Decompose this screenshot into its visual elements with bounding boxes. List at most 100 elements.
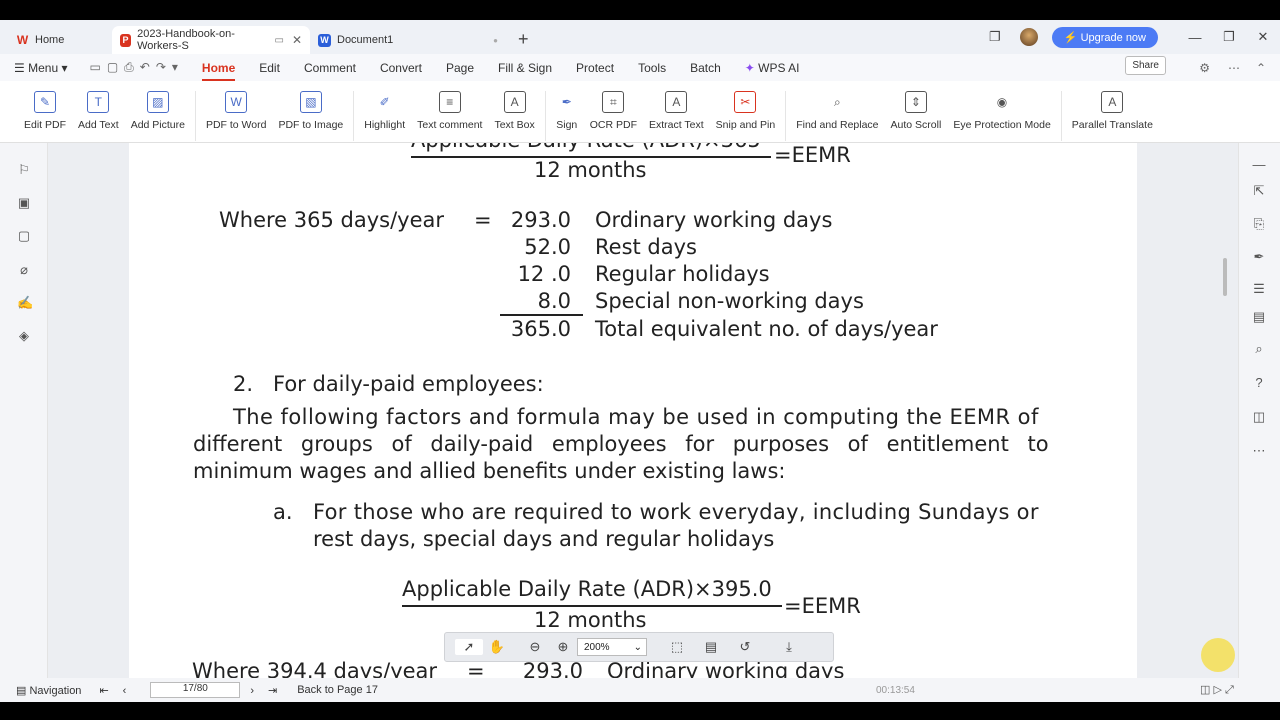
page-nav-icons[interactable]: ›⇥ — [250, 684, 291, 697]
upgrade-button[interactable]: ⚡ Upgrade now — [1051, 26, 1158, 48]
tab-home[interactable]: W Home — [8, 26, 112, 54]
menu-edit[interactable]: Edit — [259, 61, 280, 75]
fit-page-icon[interactable]: ⬚ — [663, 639, 691, 655]
scrollbar[interactable] — [1223, 258, 1227, 296]
word-icon: W — [318, 33, 331, 47]
zoom-select[interactable]: 200% ⌄ — [577, 638, 647, 656]
snip-and-pin-button[interactable]: ✂ Snip and Pin — [710, 91, 782, 131]
tab-document1[interactable]: W Document1 ● — [310, 26, 506, 54]
add-picture-button[interactable]: ▨ Add Picture — [125, 91, 191, 131]
extract-text-button[interactable]: A Extract Text — [643, 91, 710, 131]
tab-label: Document1 — [337, 34, 394, 46]
menu-tools[interactable]: Tools — [638, 61, 666, 75]
chevron-down-icon: ⌄ — [633, 641, 642, 653]
wps-ai-label: WPS AI — [758, 60, 800, 75]
minus-icon[interactable]: — — [1251, 157, 1267, 173]
restore-icon[interactable]: ❐ — [978, 29, 1012, 45]
hand-tool-icon[interactable]: ✋ — [483, 639, 511, 655]
ribbon-label: Sign — [556, 119, 578, 131]
signature-icon[interactable]: ✍ — [17, 296, 33, 310]
menu-label: Menu — [28, 60, 59, 75]
attachment-icon[interactable]: ⌀ — [17, 263, 31, 277]
close-window-icon[interactable]: ✕ — [1246, 29, 1280, 45]
comment-icon[interactable]: ▢ — [17, 229, 31, 243]
divider — [353, 91, 355, 141]
sign-button[interactable]: ✒ Sign — [550, 91, 584, 131]
menu-protect[interactable]: Protect — [576, 61, 614, 75]
rotate-icon[interactable]: ↺ — [731, 639, 759, 655]
add-text-button[interactable]: T Add Text — [72, 91, 125, 131]
text-comment-button[interactable]: ≡ Text comment — [411, 91, 488, 131]
share-doc-icon[interactable]: ⇱ — [1251, 183, 1267, 199]
export-icon[interactable]: ⎘ — [1251, 216, 1267, 232]
select-cursor-icon[interactable]: ➚ — [455, 639, 483, 655]
settings-icon[interactable]: ⚙ — [1199, 61, 1210, 75]
dot-icon: ● — [493, 35, 498, 45]
download-icon[interactable]: ⤓ — [775, 639, 803, 655]
text-box-button[interactable]: A Text Box — [488, 91, 540, 131]
minimize-icon[interactable]: — — [1178, 30, 1212, 45]
highlight-button[interactable]: ✐ Highlight — [358, 91, 411, 131]
highlight-icon: ✐ — [379, 95, 390, 109]
find-and-replace-button[interactable]: ⌕ Find and Replace — [790, 91, 884, 132]
menu-home[interactable]: Home — [201, 61, 236, 81]
edit-pdf-button[interactable]: ✎ Edit PDF — [18, 91, 72, 131]
paragraph-line: The following factors and formula may be… — [233, 405, 1039, 429]
share-button[interactable]: Share — [1125, 56, 1166, 75]
back-to-page-link[interactable]: Back to Page 17 — [297, 684, 378, 696]
help-icon[interactable]: ? — [1251, 375, 1267, 391]
quick-access-icons[interactable]: ▭▢⎙↶↷▾ — [89, 60, 183, 75]
ribbon-label: PDF to Word — [205, 119, 267, 131]
bookmark-icon[interactable]: ⚐ — [17, 163, 31, 177]
item-label: a. — [273, 500, 293, 524]
search-icon[interactable]: ⌕ — [1251, 341, 1267, 357]
menu-page[interactable]: Page — [446, 61, 474, 75]
edit-pdf-icon: ✎ — [34, 91, 56, 113]
pdf-to-image-icon: ▧ — [299, 91, 322, 113]
eye-protection-button[interactable]: ◉ Eye Protection Mode — [947, 91, 1056, 131]
floating-zoom-toolbar: ➚ ✋ ⊖ ⊕ 200% ⌄ ⬚ ▤ ↺ ⤓ — [444, 632, 834, 662]
thumbnail-icon[interactable]: ▣ — [17, 196, 31, 210]
avatar[interactable] — [1019, 28, 1038, 46]
tab-handbook-pdf[interactable]: P 2023-Handbook-on-Workers-S ▭ ✕ — [112, 26, 310, 54]
layers-icon[interactable]: ◈ — [17, 329, 31, 343]
ai-star-icon: ✦ — [744, 60, 755, 75]
days-value: 8.0 — [537, 289, 571, 313]
zoom-out-icon[interactable]: ⊖ — [521, 639, 549, 655]
collapse-icon[interactable]: ⌃ — [1256, 61, 1266, 75]
window-icon[interactable]: ▭ — [274, 35, 283, 46]
menu-batch[interactable]: Batch — [690, 61, 721, 75]
navigation-button[interactable]: ▤ Navigation — [16, 684, 81, 697]
page-view-icon[interactable]: ▤ — [697, 639, 725, 655]
tab-label: 2023-Handbook-on-Workers-S — [137, 28, 235, 52]
upgrade-label: Upgrade now — [1080, 31, 1146, 44]
close-tab-icon[interactable]: ✕ — [292, 33, 302, 47]
item-text-line: rest days, special days and regular holi… — [313, 527, 775, 551]
view-mode-icons[interactable]: ◫ ▷ ⤢ — [1200, 683, 1234, 697]
book-icon[interactable]: ◫ — [1251, 409, 1267, 425]
pdf-to-word-icon: W — [225, 91, 248, 113]
ocr-pdf-button[interactable]: ⌗ OCR PDF — [584, 91, 643, 131]
pdf-to-image-button[interactable]: ▧ PDF to Image — [272, 91, 349, 131]
more-icon[interactable]: ⋯ — [1251, 443, 1267, 459]
compare-icon[interactable]: ☰ — [1251, 281, 1267, 297]
page-input[interactable]: 17/80 — [150, 682, 241, 698]
menu-comment[interactable]: Comment — [304, 61, 356, 75]
page-nav-icons[interactable]: ⇤‹ — [99, 684, 140, 697]
menu-convert[interactable]: Convert — [380, 61, 422, 75]
formula2-fraction-line — [402, 605, 782, 607]
more-icon[interactable]: ⋯ — [1228, 61, 1240, 75]
maximize-icon[interactable]: ❐ — [1212, 29, 1246, 45]
menu-wps-ai[interactable]: ✦ WPS AI — [745, 61, 800, 75]
zoom-in-icon[interactable]: ⊕ — [549, 639, 577, 655]
auto-scroll-button[interactable]: ⇕ Auto Scroll — [885, 91, 948, 131]
parallel-translate-button[interactable]: A Parallel Translate — [1066, 91, 1159, 131]
menu-button[interactable]: ☰ Menu ▾ — [14, 61, 67, 75]
days-total-value: 365.0 — [510, 317, 571, 341]
properties-icon[interactable]: ▤ — [1251, 309, 1267, 325]
pdf-to-word-button[interactable]: W PDF to Word — [200, 91, 273, 131]
formula2-result: =EEMR — [784, 594, 861, 618]
new-tab-icon[interactable]: + — [518, 29, 529, 50]
pen-icon[interactable]: ✒ — [1251, 249, 1267, 265]
menu-fill-sign[interactable]: Fill & Sign — [498, 61, 552, 75]
